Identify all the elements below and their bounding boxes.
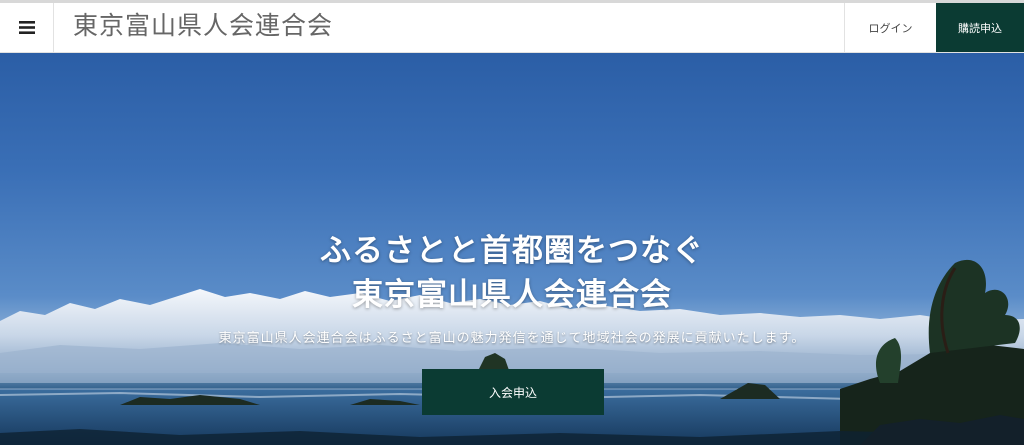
- hero-banner: ふるさとと首都圏をつなぐ 東京富山県人会連合会 東京富山県人会連合会はふるさと富…: [0, 53, 1024, 445]
- site-header: 東京富山県人会連合会 ログイン 購読申込: [0, 3, 1024, 53]
- join-button[interactable]: 入会申込: [422, 369, 604, 415]
- menu-button[interactable]: [0, 3, 54, 52]
- subscribe-button[interactable]: 購読申込: [936, 3, 1024, 52]
- hero-description: 東京富山県人会連合会はふるさと富山の魅力発信を通じて地域社会の発展に貢献いたしま…: [218, 331, 806, 346]
- hero-title-line2: 東京富山県人会連合会: [352, 277, 672, 313]
- site-title[interactable]: 東京富山県人会連合会: [73, 3, 333, 52]
- hero-title-line1: ふるさとと首都圏をつなぐ: [320, 233, 704, 269]
- hamburger-menu-icon: [18, 21, 35, 34]
- login-button[interactable]: ログイン: [844, 3, 936, 52]
